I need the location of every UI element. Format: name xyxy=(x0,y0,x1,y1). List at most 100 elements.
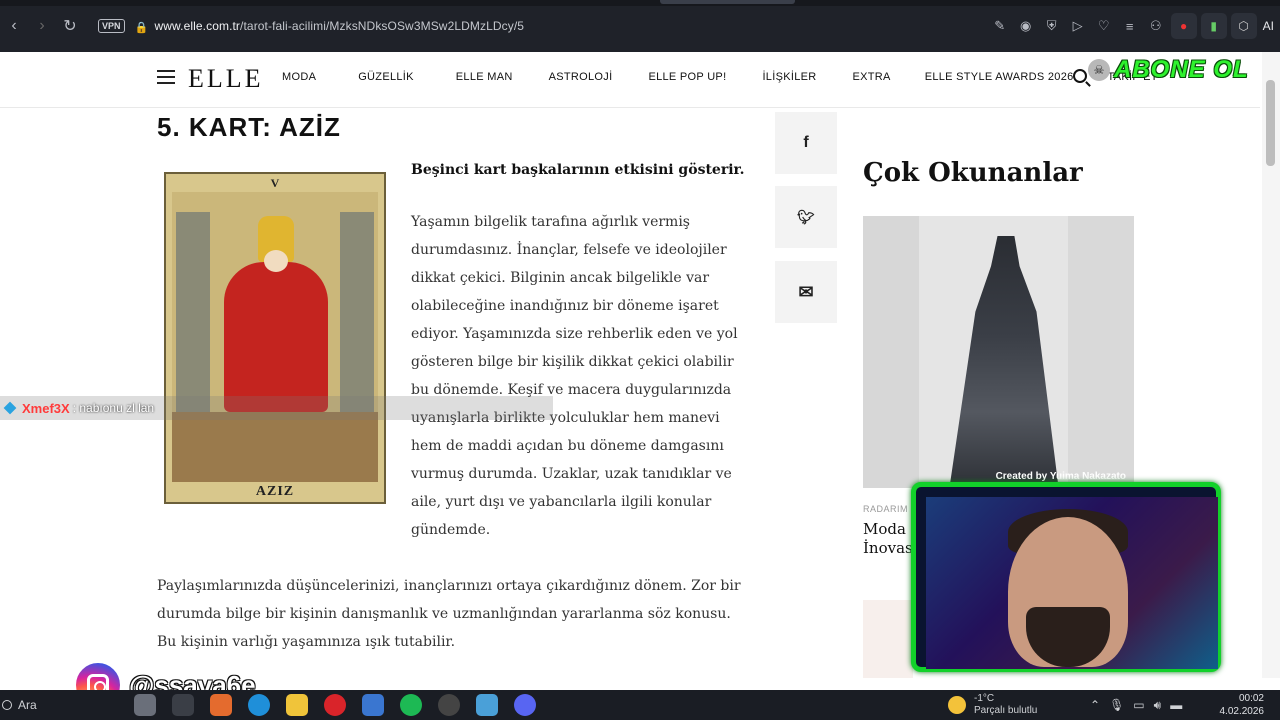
app-icon[interactable] xyxy=(476,694,498,716)
weather-desc: Parçalı bulutlu xyxy=(974,705,1038,716)
spotify-icon[interactable] xyxy=(400,694,422,716)
heart-icon[interactable]: ♡ xyxy=(1091,13,1117,39)
hamburger-menu-icon[interactable] xyxy=(157,70,175,84)
paragraph-line: Paylaşımlarınızda düşüncelerinizi, inanç… xyxy=(157,578,741,594)
chat-username: Xmef3X xyxy=(22,400,70,416)
menu-item-moda[interactable]: MODA xyxy=(282,71,316,83)
play-icon[interactable]: ▷ xyxy=(1065,13,1091,39)
subscribe-overlay-text: ABONE OL xyxy=(1114,56,1249,83)
share-email-button[interactable]: ✉ xyxy=(775,261,837,323)
facebook-icon: f xyxy=(803,134,809,151)
back-icon[interactable]: ‹ xyxy=(0,12,28,40)
forward-icon[interactable]: › xyxy=(28,12,56,40)
active-tab[interactable] xyxy=(660,0,795,4)
chevron-up-icon[interactable]: ⌃ xyxy=(1090,698,1100,712)
app-icon[interactable] xyxy=(210,694,232,716)
url-field[interactable]: www.elle.com.tr/tarot-fali-acilimi/MzksN… xyxy=(155,19,525,33)
menu-item-astroloji[interactable]: ASTROLOJİ xyxy=(549,71,613,83)
site-header: ELLE MODA GÜZELLİK ELLE MAN ASTROLOJİ EL… xyxy=(0,52,1260,108)
system-tray: ⌃ 🎙︎ ▭ 🔊︎ ▬ xyxy=(1090,690,1182,720)
card-paragraph-2: Paylaşımlarınızda düşüncelerinizi, inanç… xyxy=(157,572,747,656)
menu-icon[interactable]: ≡ xyxy=(1117,13,1143,39)
date: 4.02.2026 xyxy=(1219,706,1265,717)
browser-chrome: ‹ › ↻ VPN 🔒 www.elle.com.tr/tarot-fali-a… xyxy=(0,0,1280,52)
camera-icon[interactable]: ◉ xyxy=(1013,13,1039,39)
weather-widget[interactable]: -1°C Parçalı bulutlu xyxy=(948,690,1037,720)
skull-icon: ☠ xyxy=(1088,59,1110,81)
app-icon[interactable] xyxy=(134,694,156,716)
app-icon[interactable] xyxy=(172,694,194,716)
elle-logo[interactable]: ELLE xyxy=(188,64,264,94)
menu-item-elle-man[interactable]: ELLE MAN xyxy=(456,71,513,83)
paragraph-line: dikkat çekici. Bilginin ancak bilgelikle… xyxy=(411,270,710,286)
obs-icon[interactable] xyxy=(438,694,460,716)
edge-icon[interactable] xyxy=(248,694,270,716)
paragraph-line: durumda bilge bir kişinin danışmanlık ve… xyxy=(157,606,731,622)
paragraph-line: ediyor. Yaşamınızda size rehberlik eden … xyxy=(411,326,738,342)
tarot-card-image: V AZIZ xyxy=(164,172,386,504)
menu-item-extra[interactable]: EXTRA xyxy=(853,71,891,83)
card-paragraph: Yaşamın bilgelik tarafına ağırlık vermiş… xyxy=(411,208,746,544)
most-read-heading: Çok Okunanlar xyxy=(863,158,1083,188)
clock[interactable]: 00:02 4.02.2026 xyxy=(1220,692,1265,718)
time: 00:02 xyxy=(1238,693,1264,704)
taskbar-search[interactable]: Ara xyxy=(0,698,120,712)
share-facebook-button[interactable]: f xyxy=(775,112,837,174)
extension-chart-icon[interactable]: ▮ xyxy=(1200,13,1227,39)
paragraph-line: gösteren bilge bir kişilik dikkat çekici… xyxy=(411,354,734,370)
card-illustration xyxy=(172,192,378,482)
folder-icon[interactable] xyxy=(286,694,308,716)
extension-cube-icon[interactable]: ⬡ xyxy=(1230,13,1257,39)
menu-item-iliskiler[interactable]: İLİŞKİLER xyxy=(762,71,816,83)
email-icon: ✉ xyxy=(798,281,814,302)
paragraph-line: Bu kişinin varlığı yaşamınıza ışık tutab… xyxy=(157,634,456,650)
paragraph-line: aile, yurt dışı ve yabancılarla ilgili k… xyxy=(411,494,712,510)
paragraph-line: gündemde. xyxy=(411,522,491,538)
page-scrollbar[interactable] xyxy=(1262,52,1280,678)
weather-temp: -1°C xyxy=(974,693,995,704)
os-taskbar: Ara -1°C Parçalı bulutlu ⌃ 🎙︎ ▭ 🔊︎ ▬ 00:0… xyxy=(0,690,1280,720)
paragraph-line: durumdasınız. İnançlar, felsefe ve ideol… xyxy=(411,242,727,258)
url-path: /tarot-fali-acilimi/MzksNDksOSw3MSw2LDMz… xyxy=(240,19,525,33)
paragraph-line: hem de maddi açıdan bu döneme damgasını xyxy=(411,438,724,454)
extension-red-icon[interactable]: ● xyxy=(1170,13,1197,39)
battery-icon[interactable]: ▬ xyxy=(1170,698,1182,712)
profile-icon[interactable]: ⚇ xyxy=(1143,13,1169,39)
cube-icon xyxy=(3,401,17,415)
webcam-frame xyxy=(911,482,1221,672)
url-host: www.elle.com.tr xyxy=(154,19,241,33)
card-lead: Beşinci kart başkalarının etkisini göste… xyxy=(411,162,745,178)
menu-item-style-awards[interactable]: ELLE STYLE AWARDS 2026 xyxy=(925,71,1074,83)
chat-text: : nabıonu zl lan xyxy=(72,401,155,415)
share-twitter-button[interactable]: 🐦︎ xyxy=(775,186,837,248)
reload-icon[interactable]: ↻ xyxy=(56,12,84,40)
app-icon[interactable] xyxy=(362,694,384,716)
card-numeral: V xyxy=(270,176,280,190)
card-title: 5. KART: AZİZ xyxy=(157,112,341,142)
card-name: AZIZ xyxy=(255,484,295,499)
paragraph-line: vurmuş durumda. Uzaklar, uzak tanıdıklar… xyxy=(411,466,732,482)
menu-item-elle-pop-up[interactable]: ELLE POP UP! xyxy=(648,71,726,83)
weather-icon xyxy=(948,696,966,714)
most-read-image[interactable]: Created by Yuima Nakazato xyxy=(863,216,1134,488)
toolbar-right: ✎ ◉ ⛨ ▷ ♡ ≡ ⚇ ● ▮ ⬡ AI xyxy=(987,6,1280,46)
volume-icon[interactable]: 🔊︎ xyxy=(1154,698,1162,713)
opera-icon[interactable] xyxy=(324,694,346,716)
subscribe-overlay: ☠ ABONE OL xyxy=(1088,56,1249,84)
shield-icon[interactable]: ⛨ xyxy=(1039,13,1065,39)
ai-button[interactable]: AI xyxy=(1263,19,1274,33)
webcam-overlay xyxy=(903,479,1225,679)
scrollbar-thumb[interactable] xyxy=(1266,80,1275,166)
lock-icon[interactable]: 🔒 xyxy=(135,21,149,34)
main-menu: MODA GÜZELLİK ELLE MAN ASTROLOJİ ELLE PO… xyxy=(282,71,1158,83)
network-icon[interactable]: ▭ xyxy=(1133,698,1144,712)
vpn-badge[interactable]: VPN xyxy=(98,19,125,33)
discord-icon[interactable] xyxy=(514,694,536,716)
paragraph-line: Yaşamın bilgelik tarafına ağırlık vermiş xyxy=(411,214,690,230)
search-icon[interactable] xyxy=(1073,69,1087,83)
twitter-icon: 🐦︎ xyxy=(797,208,815,225)
microphone-icon[interactable]: 🎙︎ xyxy=(1109,698,1124,712)
article-category[interactable]: RADARIM xyxy=(863,504,908,514)
menu-item-guzellik[interactable]: GÜZELLİK xyxy=(358,71,414,83)
edit-icon[interactable]: ✎ xyxy=(987,13,1013,39)
